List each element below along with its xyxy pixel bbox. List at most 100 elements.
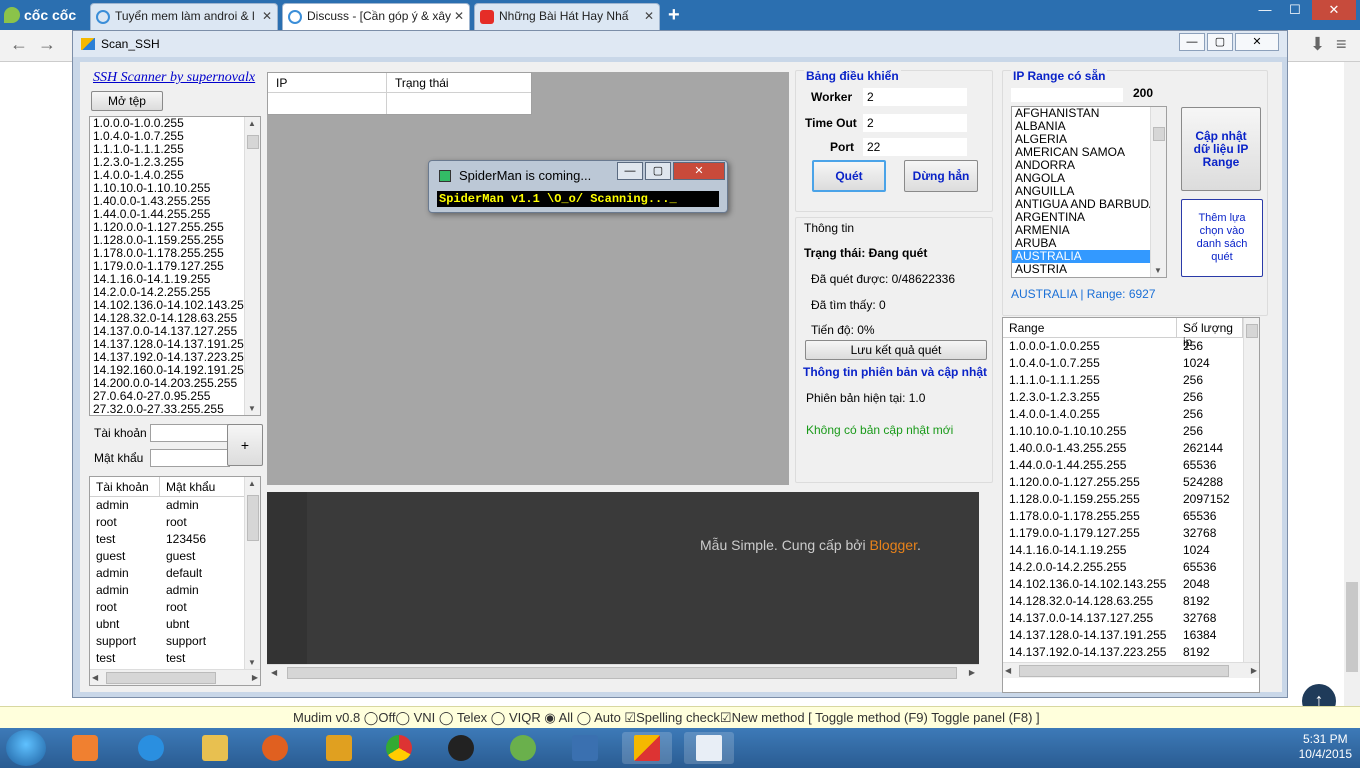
credential-row[interactable]: root root [90, 514, 260, 531]
ip-range-row[interactable]: 14.137.192.0-14.137.223.255 8192 [1003, 644, 1259, 661]
scan-button[interactable]: Quét [812, 160, 886, 192]
browser-tab-2[interactable]: Discuss - [Cần góp ý & xây ✕ [282, 3, 470, 30]
scroll-left-icon[interactable]: ◀ [1005, 666, 1011, 675]
ip-range-row[interactable]: 1.178.0.0-1.178.255.255 65536 [1003, 508, 1259, 525]
scrollbar-thumb[interactable] [287, 667, 957, 679]
scrollbar-thumb[interactable] [106, 672, 216, 684]
scrollbar-thumb[interactable] [247, 495, 259, 541]
maximize-icon[interactable]: ▢ [1207, 33, 1233, 51]
country-list-item[interactable]: AUSTRIA [1012, 263, 1166, 276]
mudim-bar[interactable]: Mudim v0.8 ◯Off◯ VNI ◯ Telex ◯ VIQR ◉ Al… [0, 706, 1360, 728]
column-header-status[interactable]: Trạng thái [387, 73, 531, 92]
ie-taskbar-icon[interactable] [126, 732, 176, 764]
ssh-scanner-link[interactable]: SSH Scanner by supernovalx [93, 70, 255, 86]
v-app-taskbar-icon[interactable] [314, 732, 364, 764]
browser-tab-1[interactable]: Tuyển mem làm androi & l ✕ [90, 3, 278, 30]
scroll-down-icon[interactable]: ▼ [1154, 266, 1162, 275]
country-list[interactable]: AFGHANISTAN ALBANIA ALGERIA AMERICAN SAMOA A… [1011, 106, 1167, 278]
scroll-down-icon[interactable]: ▼ [248, 404, 256, 413]
save-results-button[interactable]: Lưu kết quả quét [805, 340, 987, 360]
timeout-input[interactable] [863, 114, 967, 132]
ip-range-row[interactable]: 14.128.32.0-14.128.63.255 8192 [1003, 593, 1259, 610]
minimize-icon[interactable]: — [1179, 33, 1205, 51]
credential-row[interactable]: guest guest [90, 548, 260, 565]
ip-range-table-scrollbar[interactable] [1243, 318, 1259, 662]
column-header-ip[interactable]: IP [268, 73, 387, 92]
scroll-down-icon[interactable]: ▼ [248, 658, 256, 667]
scroll-left-icon[interactable]: ◀ [271, 668, 277, 677]
explorer-taskbar-icon[interactable] [190, 732, 240, 764]
close-icon[interactable]: ✕ [644, 9, 654, 23]
start-button-icon[interactable] [6, 730, 46, 766]
back-arrow-icon[interactable]: ← [10, 34, 28, 55]
update-ip-range-button[interactable]: Cập nhật dữ liệu IP Range [1181, 107, 1261, 191]
close-icon[interactable]: ✕ [454, 9, 464, 23]
close-icon[interactable]: ✕ [262, 9, 272, 23]
close-icon[interactable]: ✕ [673, 162, 725, 180]
open-file-button[interactable]: Mở tệp [91, 91, 163, 111]
media-player-taskbar-icon[interactable] [60, 732, 110, 764]
ip-range-row[interactable]: 1.4.0.0-1.4.0.255 256 [1003, 406, 1259, 423]
window-titlebar[interactable]: Scan_SSH — ▢ ✕ [73, 31, 1287, 57]
ip-range-row[interactable]: 14.1.16.0-14.1.19.255 1024 [1003, 542, 1259, 559]
credential-row[interactable]: admin admin [90, 582, 260, 599]
ip-range-row[interactable]: 1.2.3.0-1.2.3.255 256 [1003, 389, 1259, 406]
password-input[interactable] [150, 449, 230, 467]
ip-range-row[interactable]: 14.137.128.0-14.137.191.255 16384 [1003, 627, 1259, 644]
scroll-right-icon[interactable]: ▶ [252, 673, 258, 682]
scroll-left-icon[interactable]: ◀ [92, 673, 98, 682]
ip-range-row[interactable]: 14.102.136.0-14.102.143.255 2048 [1003, 576, 1259, 593]
coccoc-logo[interactable]: cốc cốc [4, 5, 86, 25]
column-header-account[interactable]: Tài khoản [90, 477, 160, 496]
blogger-link[interactable]: Blogger [869, 537, 916, 553]
ip-range-row[interactable]: 1.1.1.0-1.1.1.255 256 [1003, 372, 1259, 389]
port-input[interactable] [863, 138, 967, 156]
scroll-up-icon[interactable]: ▲ [248, 479, 256, 488]
credential-row[interactable]: admin default [90, 565, 260, 582]
range-list-item[interactable]: 27.32.0.0-27.33.255.255 [90, 403, 260, 416]
spiderman-dialog[interactable]: SpiderMan is coming... — ▢ ✕ SpiderMan v… [428, 160, 728, 213]
scrollbar-thumb[interactable] [1246, 324, 1258, 338]
results-empty-row[interactable] [268, 93, 531, 114]
system-clock[interactable]: 5:31 PM 10/4/2015 [1299, 732, 1352, 762]
worker-input[interactable] [863, 88, 967, 106]
network-taskbar-icon[interactable] [560, 732, 610, 764]
country-list-scrollbar[interactable]: ▼ [1150, 107, 1166, 277]
credentials-scrollbar[interactable]: ▲ ▼ [244, 477, 260, 669]
new-tab-plus-icon[interactable]: + [668, 4, 680, 27]
stop-button[interactable]: Dừng hẳn [904, 160, 978, 192]
window-taskbar-icon[interactable] [684, 732, 734, 764]
scan-ssh-taskbar-icon[interactable] [622, 732, 672, 764]
firefox-taskbar-icon[interactable] [250, 732, 300, 764]
ip-range-row[interactable]: 1.0.4.0-1.0.7.255 1024 [1003, 355, 1259, 372]
ip-range-row[interactable]: 1.179.0.0-1.179.127.255 32768 [1003, 525, 1259, 542]
scrollbar-thumb[interactable] [1019, 665, 1229, 677]
range-list-scrollbar[interactable]: ▲ ▼ [244, 117, 260, 415]
download-icon[interactable]: ⬇ [1310, 34, 1325, 55]
ip-range-row[interactable]: 14.137.0.0-14.137.127.255 32768 [1003, 610, 1259, 627]
menu-icon[interactable]: ≡ [1336, 34, 1347, 55]
coccoc-taskbar-icon[interactable] [498, 732, 548, 764]
mudim-text[interactable]: Mudim v0.8 ◯Off◯ VNI ◯ Telex ◯ VIQR ◉ Al… [293, 710, 1040, 726]
ip-range-row[interactable]: 14.2.0.0-14.2.255.255 65536 [1003, 559, 1259, 576]
forward-arrow-icon[interactable]: → [38, 34, 56, 55]
results-grid-area[interactable]: IP Trạng thái [267, 72, 789, 485]
column-header-password[interactable]: Mật khẩu [160, 477, 246, 496]
credential-row[interactable]: admin admin [90, 497, 260, 514]
chrome-taskbar-icon[interactable] [374, 732, 424, 764]
ip-range-row[interactable]: 1.120.0.0-1.127.255.255 524288 [1003, 474, 1259, 491]
ip-range-row[interactable]: 1.128.0.0-1.159.255.255 2097152 [1003, 491, 1259, 508]
scroll-right-icon[interactable]: ▶ [1251, 666, 1257, 675]
ip-range-row[interactable]: 1.0.0.0-1.0.0.255 256 [1003, 338, 1259, 355]
credential-row[interactable]: root root [90, 599, 260, 616]
scroll-up-icon[interactable]: ▲ [248, 119, 256, 128]
close-icon[interactable]: ✕ [1235, 33, 1279, 51]
credentials-hscrollbar[interactable]: ◀ ▶ [90, 669, 260, 685]
ip-range-table-hscrollbar[interactable]: ◀ ▶ [1003, 662, 1259, 678]
credential-row[interactable]: ubnt ubnt [90, 616, 260, 633]
ip-range-row[interactable]: 1.44.0.0-1.44.255.255 65536 [1003, 457, 1259, 474]
ip-range-row[interactable]: 1.10.10.0-1.10.10.255 256 [1003, 423, 1259, 440]
page-scrollbar[interactable] [1344, 62, 1360, 706]
main-hscrollbar[interactable]: ◀ ▶ [267, 664, 979, 680]
credential-row[interactable]: test 123456 [90, 531, 260, 548]
